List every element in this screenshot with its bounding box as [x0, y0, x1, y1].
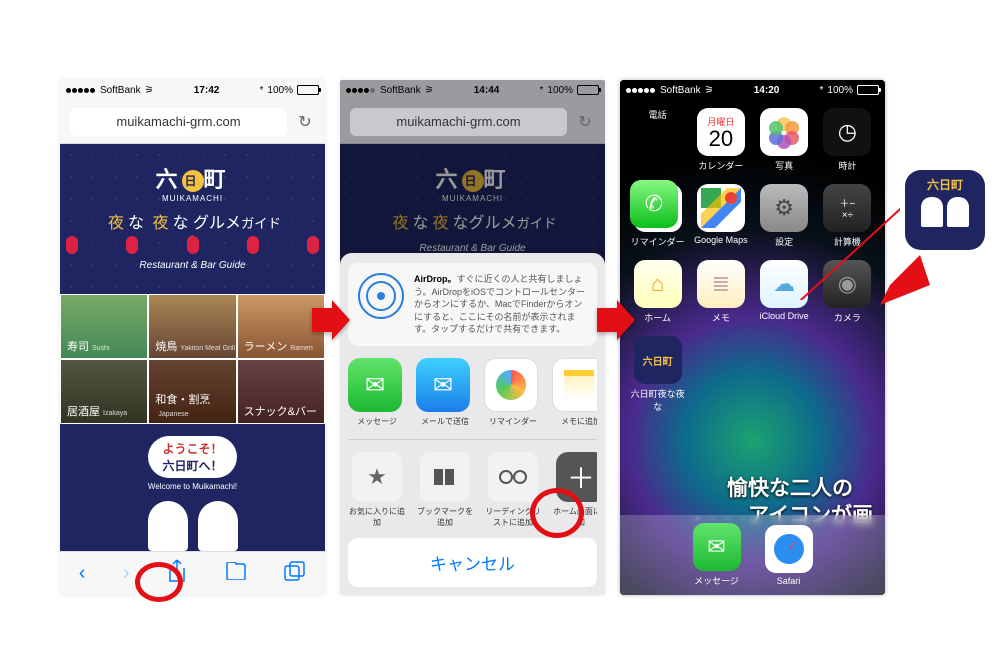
share-sheet: AirDrop。すぐに近くの人と共有しましょう。AirDropをiOSでコントロ…: [340, 253, 605, 595]
share-reminders[interactable]: リマインダー: [484, 358, 542, 427]
signal-icon: [346, 85, 376, 96]
tile-izakaya[interactable]: 居酒屋Izakaya: [60, 359, 148, 424]
dock-safari[interactable]: Safari: [765, 525, 813, 586]
status-time: 14:20: [754, 85, 780, 96]
cancel-button[interactable]: キャンセル: [348, 538, 597, 587]
app-home[interactable]: ⌂ホーム: [630, 260, 685, 324]
dock-messages[interactable]: ✉︎メッセージ: [693, 523, 741, 587]
status-time: 14:44: [474, 85, 500, 96]
site-hero: 六日町 MUIKAMACHI 夜な 夜な グルメガイド ☾ Restaurant…: [60, 144, 325, 294]
battery-icon: [577, 85, 599, 95]
callout-arrow: [860, 255, 930, 310]
highlight-circle-homescreen: [530, 488, 584, 538]
app-clock[interactable]: ◷時計: [820, 108, 875, 172]
status-bar: SoftBank ⚞ 14:44 * 100%: [340, 80, 605, 100]
share-notes[interactable]: メモに追加: [552, 358, 597, 427]
hero-title: 六日町: [60, 144, 325, 194]
app-googlemaps[interactable]: Google Maps: [693, 184, 748, 248]
reload-icon[interactable]: ↻: [295, 112, 315, 132]
phone-safari-page: SoftBank ⚞ 17:42 * 100% muikamachi-grm.c…: [60, 80, 325, 595]
status-bar: SoftBank ⚞ 17:42 * 100%: [60, 80, 325, 100]
share-mail[interactable]: ✉︎メールで送信: [416, 358, 474, 427]
signal-icon: [66, 85, 96, 96]
bookmarks-icon[interactable]: [225, 562, 247, 586]
signal-icon: [626, 85, 656, 96]
tile-snack[interactable]: スナック&バー: [237, 359, 325, 424]
carrier-label: SoftBank: [660, 85, 701, 96]
wifi-icon: ⚞: [705, 85, 714, 96]
battery-icon: [857, 85, 879, 95]
callout-appicon: 六日町: [905, 170, 985, 250]
highlight-circle-share: [135, 562, 183, 602]
share-apps-row: ✉︎メッセージ ✉︎メールで送信 リマインダー メモに追加: [348, 358, 597, 427]
airdrop-icon: [358, 273, 404, 319]
tile-yakitori[interactable]: 焼鳥Yakitori Meat Grill: [148, 294, 236, 359]
welcome-bubble: ようこそ！六日町へ！: [148, 436, 236, 478]
tile-washoku[interactable]: 和食・割烹Japanese: [148, 359, 236, 424]
welcome-sub: Welcome to Muikamachi!: [68, 482, 317, 491]
app-notes[interactable]: ≣メモ: [693, 260, 748, 324]
battery-icon: [297, 85, 319, 95]
hero-romaji: MUIKAMACHI: [60, 194, 325, 203]
airdrop-panel[interactable]: AirDrop。すぐに近くの人と共有しましょう。AirDropをiOSでコントロ…: [348, 263, 597, 346]
dock: ✉︎メッセージ Safari: [620, 515, 885, 595]
reload-icon[interactable]: ↻: [575, 112, 595, 132]
tile-sushi[interactable]: 寿司Sushi: [60, 294, 148, 359]
status-bar: SoftBank ⚞ 14:20 * 100%: [620, 80, 885, 100]
battery-pct: 100%: [547, 85, 573, 96]
app-photos[interactable]: 写真: [757, 108, 812, 172]
carrier-label: SoftBank: [380, 85, 421, 96]
airdrop-text: AirDrop。すぐに近くの人と共有しましょう。AirDropをiOSでコントロ…: [414, 273, 587, 336]
app-calendar[interactable]: 月曜日20カレンダー: [693, 108, 748, 172]
status-time: 17:42: [194, 85, 220, 96]
safari-toolbar: ‹ ›: [60, 551, 325, 595]
wifi-icon: ⚞: [425, 85, 434, 96]
address-bar: muikamachi-grm.com ↻: [60, 100, 325, 144]
action-bookmark[interactable]: ブックマークを追加: [416, 452, 474, 528]
step-arrow-2: [595, 300, 635, 340]
carrier-label: SoftBank: [100, 85, 141, 96]
bluetooth-icon: *: [540, 85, 544, 96]
url-field[interactable]: muikamachi-grm.com: [70, 108, 287, 136]
hero-ribbon: Restaurant & Bar Guide: [60, 260, 325, 271]
app-custom-shortcut[interactable]: 六日町六日町夜な夜な: [630, 336, 685, 413]
bluetooth-icon: *: [260, 85, 264, 96]
url-field[interactable]: muikamachi-grm.com: [350, 108, 567, 136]
phone-homescreen: SoftBank ⚞ 14:20 * 100% ✆電話 月曜日20カレンダー 写…: [620, 80, 885, 595]
tabs-icon[interactable]: [284, 561, 306, 587]
action-favorite[interactable]: ★お気に入りに追加: [348, 452, 406, 528]
share-messages[interactable]: ✉︎メッセージ: [348, 358, 406, 427]
category-tiles: 寿司Sushi 焼鳥Yakitori Meat Grill ラーメンRamen …: [60, 294, 325, 424]
forward-icon[interactable]: ›: [123, 562, 130, 585]
battery-pct: 100%: [267, 85, 293, 96]
step-arrow-1: [310, 300, 350, 340]
back-icon[interactable]: ‹: [79, 562, 86, 585]
welcome-section: ようこそ！六日町へ！ Welcome to Muikamachi! 六日町は越後…: [60, 424, 325, 554]
welcome-illustration: [68, 501, 317, 551]
wifi-icon: ⚞: [145, 85, 154, 96]
battery-pct: 100%: [827, 85, 853, 96]
address-bar: muikamachi-grm.com ↻: [340, 100, 605, 144]
bluetooth-icon: *: [820, 85, 824, 96]
app-phone[interactable]: ✆電話: [630, 108, 685, 172]
